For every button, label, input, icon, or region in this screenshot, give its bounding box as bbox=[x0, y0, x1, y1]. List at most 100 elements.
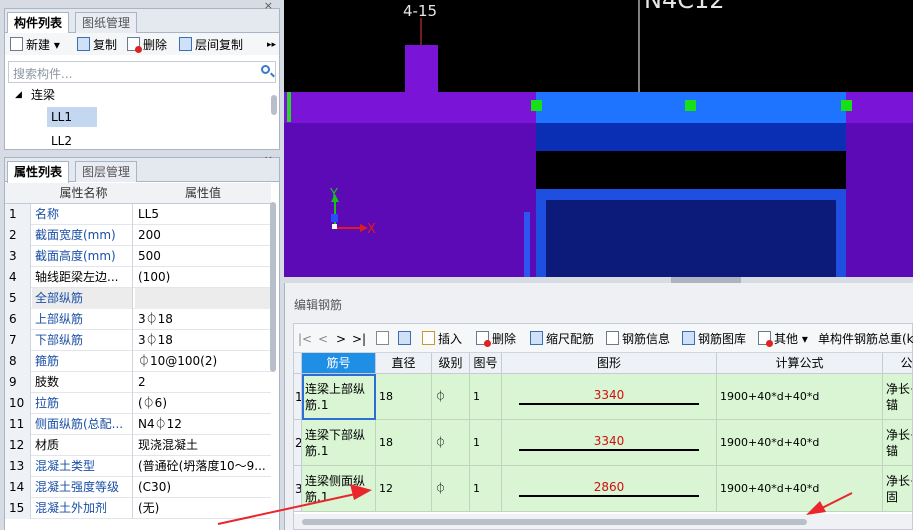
rebar-row[interactable]: 3连梁侧面纵筋.112⏀128601900+40*d+40*d净长+锚固 bbox=[294, 466, 912, 512]
nav-prev-button[interactable]: < bbox=[318, 331, 328, 347]
tab-drawing-management[interactable]: 图纸管理 bbox=[75, 12, 138, 33]
rebar-name-cell[interactable]: 连梁侧面纵筋.1 bbox=[302, 466, 376, 512]
header-corner[interactable] bbox=[294, 353, 302, 374]
tree-group-liangliang[interactable]: 连梁 bbox=[31, 85, 55, 105]
property-value[interactable]: 3⏀18 bbox=[135, 309, 271, 330]
rebar-shape-cell[interactable]: 2860 bbox=[502, 466, 717, 512]
property-value[interactable]: 3⏀18 bbox=[135, 330, 271, 351]
property-row[interactable]: 14 混凝土强度等级 (C30) bbox=[5, 477, 271, 498]
rebar-formula-desc-cell[interactable]: 净长+直锚 bbox=[883, 374, 912, 420]
property-value[interactable]: 现浇混凝土 bbox=[135, 435, 271, 456]
rebar-name-cell[interactable]: 连梁上部纵筋.1 bbox=[302, 374, 376, 420]
insert-button[interactable]: 插入 bbox=[422, 331, 462, 347]
property-value[interactable]: LL5 bbox=[135, 204, 271, 225]
cad-grip-right[interactable] bbox=[841, 100, 852, 111]
property-row[interactable]: 9 肢数 2 bbox=[5, 372, 271, 393]
rebar-diameter-cell[interactable]: 12 bbox=[376, 466, 432, 512]
header-diameter[interactable]: 直径(mm) bbox=[376, 353, 432, 391]
delete-button[interactable]: 删除 bbox=[127, 36, 167, 54]
tab-layer-management[interactable]: 图层管理 bbox=[75, 161, 138, 182]
rebar-figure-cell[interactable]: 1 bbox=[470, 374, 502, 420]
property-row[interactable]: 8 箍筋 ⏀10@100(2) bbox=[5, 351, 271, 372]
nav-next-button[interactable]: > bbox=[336, 331, 346, 347]
other-menu-button[interactable]: 其他 ▾ bbox=[758, 331, 808, 347]
property-value[interactable]: 200 bbox=[135, 225, 271, 246]
rebar-row[interactable]: 1连梁上部纵筋.118⏀133401900+40*d+40*d净长+直锚 bbox=[294, 374, 912, 420]
tree-scrollbar[interactable] bbox=[271, 95, 277, 115]
property-row[interactable]: 15 混凝土外加剂 (无) bbox=[5, 498, 271, 519]
rebar-grade-cell[interactable]: ⏀ bbox=[432, 374, 470, 420]
nav-first-button[interactable]: |< bbox=[298, 331, 312, 347]
rebar-formula-cell[interactable]: 1900+40*d+40*d bbox=[717, 466, 883, 512]
new-button[interactable]: 新建 ▾ bbox=[10, 36, 60, 54]
rebar-shape-cell[interactable]: 3340 bbox=[502, 374, 717, 420]
rebar-formula-cell[interactable]: 1900+40*d+40*d bbox=[717, 420, 883, 466]
tab-component-list[interactable]: 构件列表 bbox=[7, 12, 70, 34]
property-value[interactable]: N4⏀12 bbox=[135, 414, 271, 435]
copy-button[interactable]: 复制 bbox=[77, 36, 117, 54]
property-value[interactable]: (普通砼(坍落度10～9... bbox=[135, 456, 271, 477]
property-row[interactable]: 7 下部纵筋 3⏀18 bbox=[5, 330, 271, 351]
property-value[interactable]: (无) bbox=[135, 498, 271, 519]
component-search-input[interactable]: 搜索构件... bbox=[8, 61, 276, 83]
property-row[interactable]: 12 材质 现浇混凝土 bbox=[5, 435, 271, 456]
property-value[interactable]: 500 bbox=[135, 246, 271, 267]
rebar-name-cell[interactable]: 连梁下部纵筋.1 bbox=[302, 420, 376, 466]
rebar-grade-cell[interactable]: ⏀ bbox=[432, 420, 470, 466]
cad-viewport[interactable]: 4-15 N4C12 Y X bbox=[284, 0, 913, 283]
header-formula[interactable]: 计算公式 bbox=[717, 353, 883, 374]
rebar-row[interactable]: 2连梁下部纵筋.118⏀133401900+40*d+40*d净长+直锚 bbox=[294, 420, 912, 466]
property-value[interactable]: (C30) bbox=[135, 477, 271, 498]
property-row[interactable]: 4 轴线距梁左边... (100) bbox=[5, 267, 271, 288]
property-value[interactable]: 2 bbox=[135, 372, 271, 393]
tree-item-ll2[interactable]: LL2 bbox=[51, 131, 72, 145]
rebar-shape-length[interactable]: 3340 bbox=[502, 434, 716, 448]
rebar-library-button[interactable]: 钢筋图库 bbox=[682, 331, 746, 347]
rebar-shape-length[interactable]: 3340 bbox=[502, 388, 716, 402]
property-row[interactable]: 2 截面宽度(mm) 200 bbox=[5, 225, 271, 246]
cad-grip-left[interactable] bbox=[531, 100, 542, 111]
rebar-hscrollbar[interactable] bbox=[294, 514, 912, 529]
nav-last-button[interactable]: >| bbox=[352, 331, 366, 347]
header-grade[interactable]: 级别 bbox=[432, 353, 470, 374]
rebar-diameter-cell[interactable]: 18 bbox=[376, 374, 432, 420]
rebar-shape-cell[interactable]: 3340 bbox=[502, 420, 717, 466]
scale-rebar-button[interactable]: 缩尺配筋 bbox=[530, 331, 594, 347]
property-row[interactable]: 5 全部纵筋 bbox=[5, 288, 271, 309]
property-row[interactable]: 10 拉筋 (⏀6) bbox=[5, 393, 271, 414]
property-row[interactable]: 13 混凝土类型 (普通砼(坍落度10～9... bbox=[5, 456, 271, 477]
property-value[interactable] bbox=[135, 288, 271, 309]
move-up-button[interactable] bbox=[376, 331, 392, 347]
property-row[interactable]: 3 截面高度(mm) 500 bbox=[5, 246, 271, 267]
rebar-figure-cell[interactable]: 1 bbox=[470, 420, 502, 466]
header-formula-desc[interactable]: 公式 bbox=[883, 353, 912, 374]
header-shape[interactable]: 图形 bbox=[502, 353, 717, 374]
header-bar-number[interactable]: 筋号 bbox=[302, 353, 376, 374]
property-value[interactable]: (100) bbox=[135, 267, 271, 288]
rebar-figure-cell[interactable]: 1 bbox=[470, 466, 502, 512]
search-icon[interactable] bbox=[261, 65, 270, 74]
floor-copy-button[interactable]: 层间复制 bbox=[179, 36, 243, 54]
property-row[interactable]: 6 上部纵筋 3⏀18 bbox=[5, 309, 271, 330]
rebar-diameter-cell[interactable]: 18 bbox=[376, 420, 432, 466]
more-icon[interactable]: ▸▸ bbox=[267, 36, 276, 54]
property-row[interactable]: 11 侧面纵筋(总配... N4⏀12 bbox=[5, 414, 271, 435]
property-value[interactable]: (⏀6) bbox=[135, 393, 271, 414]
move-down-button[interactable] bbox=[398, 331, 414, 347]
rebar-shape-length[interactable]: 2860 bbox=[502, 480, 716, 494]
rebar-delete-button[interactable]: 删除 bbox=[476, 331, 516, 347]
hscroll-thumb[interactable] bbox=[302, 519, 807, 525]
rebar-formula-cell[interactable]: 1900+40*d+40*d bbox=[717, 374, 883, 420]
rebar-formula-desc-cell[interactable]: 净长+锚固 bbox=[883, 466, 912, 512]
property-scrollbar[interactable] bbox=[270, 202, 276, 372]
tab-property-list[interactable]: 属性列表 bbox=[7, 161, 70, 183]
rebar-formula-desc-cell[interactable]: 净长+直锚 bbox=[883, 420, 912, 466]
cad-grip-mid[interactable] bbox=[685, 100, 696, 111]
header-figure-number[interactable]: 图号 bbox=[470, 353, 502, 374]
tree-item-ll1[interactable]: LL1 bbox=[47, 107, 97, 127]
rebar-grade-cell[interactable]: ⏀ bbox=[432, 466, 470, 512]
rebar-info-button[interactable]: 钢筋信息 bbox=[606, 331, 670, 347]
tree-group-collapse-icon[interactable]: ◢ bbox=[15, 85, 22, 105]
property-value[interactable]: ⏀10@100(2) bbox=[135, 351, 271, 372]
property-row[interactable]: 1 名称 LL5 bbox=[5, 204, 271, 225]
